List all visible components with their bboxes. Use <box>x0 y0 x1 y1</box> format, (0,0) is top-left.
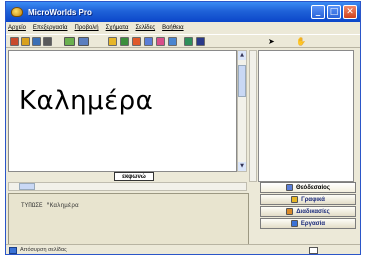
procedures-icon <box>286 208 294 215</box>
command-center[interactable]: ΤΥΠΩΣΕ "Καλημέρα <box>8 193 249 245</box>
page-icon <box>9 246 17 254</box>
tab-gallery-label: Θεόδεσαίος <box>296 184 330 191</box>
save-icon[interactable] <box>32 37 41 46</box>
window-controls: _ □ ✕ <box>311 5 357 19</box>
tab-procedures[interactable]: Διαδικασίες <box>260 206 356 217</box>
side-tabs: Θεόδεσαίος Γραφικά Διαδικασίες Εργασία <box>260 182 356 230</box>
h-scroll-thumb[interactable] <box>19 183 35 190</box>
say-button[interactable]: εκφωνώ <box>114 172 154 181</box>
project-icon <box>290 220 298 227</box>
status-bar: Απόσυρση σελίδας <box>6 244 360 254</box>
menu-file[interactable]: Αρχείο <box>8 25 26 31</box>
page-vertical-scrollbar[interactable]: ▲ ▼ <box>237 50 247 172</box>
paint-icon <box>291 196 299 203</box>
open-icon[interactable] <box>21 37 30 46</box>
page-canvas[interactable]: Καλημέρα <box>8 50 237 172</box>
window-title: MicroWorlds Pro <box>28 7 92 17</box>
side-panel[interactable] <box>258 50 354 182</box>
menu-shapes[interactable]: Σχήματα <box>106 25 129 31</box>
page-window-icon[interactable] <box>78 37 89 46</box>
title-bar[interactable]: MicroWorlds Pro _ □ ✕ <box>6 2 360 22</box>
command-text[interactable]: ΤΥΠΩΣΕ "Καλημέρα <box>21 202 79 209</box>
scroll-thumb[interactable] <box>238 65 246 97</box>
tab-project-label: Εργασία <box>300 220 326 227</box>
gallery-icon <box>286 184 294 191</box>
status-text: Απόσυρση σελίδας <box>20 247 67 253</box>
side-panel-scrollbar[interactable] <box>249 50 257 182</box>
scroll-down-arrow[interactable]: ▼ <box>238 162 246 171</box>
maximize-button[interactable]: □ <box>327 5 341 19</box>
pointer-icon[interactable]: ➤ <box>268 37 277 46</box>
menu-view[interactable]: Προβολή <box>75 25 99 31</box>
page-horizontal-scrollbar[interactable] <box>8 182 247 191</box>
new-page-icon[interactable] <box>10 37 19 46</box>
button-icon[interactable] <box>132 37 141 46</box>
greeting-text-box[interactable]: Καλημέρα <box>19 86 153 116</box>
menu-edit[interactable]: Επεξεργασία <box>33 25 68 31</box>
minimize-button[interactable]: _ <box>311 5 325 19</box>
print-icon[interactable] <box>43 37 52 46</box>
paint-icon[interactable] <box>156 37 165 46</box>
eye-icon[interactable] <box>144 37 153 46</box>
menu-pages[interactable]: Σελίδες <box>135 25 155 31</box>
tab-gallery[interactable]: Θεόδεσαίος <box>260 182 356 193</box>
toolbar: ➤ ✋ <box>6 34 360 48</box>
menu-bar: Αρχείο Επεξεργασία Προβολή Σχήματα Σελίδ… <box>6 22 360 34</box>
shapes-icon[interactable] <box>184 37 193 46</box>
tab-paint-label: Γραφικά <box>301 196 325 203</box>
app-window: MicroWorlds Pro _ □ ✕ Αρχείο Επεξεργασία… <box>5 1 361 255</box>
tab-procedures-label: Διαδικασίες <box>296 208 330 215</box>
menu-help[interactable]: Βοήθεια <box>162 25 184 31</box>
close-button[interactable]: ✕ <box>343 5 357 19</box>
pencil-icon[interactable] <box>168 37 177 46</box>
status-page-icon[interactable] <box>309 247 318 254</box>
text-box-icon[interactable] <box>120 37 129 46</box>
tab-project[interactable]: Εργασία <box>260 218 356 229</box>
scroll-up-arrow[interactable]: ▲ <box>238 51 246 60</box>
turtle-app-icon <box>11 7 23 17</box>
hand-icon[interactable]: ✋ <box>296 37 306 46</box>
project-window-icon[interactable] <box>64 37 75 46</box>
tab-paint[interactable]: Γραφικά <box>260 194 356 205</box>
turtle-icon[interactable] <box>108 37 117 46</box>
paint-bucket-icon[interactable] <box>196 37 205 46</box>
